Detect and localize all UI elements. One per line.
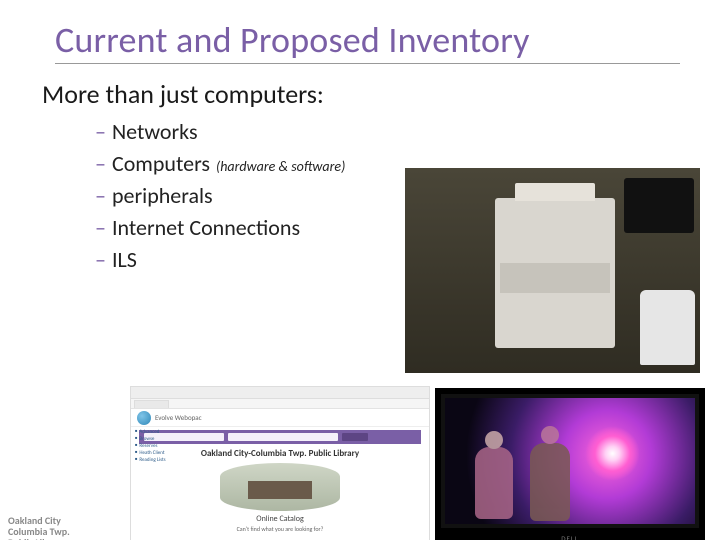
bullet-dash-icon: –	[95, 182, 106, 209]
opac-screenshot: Evolve Webopac Advanced Browse Reserves …	[130, 386, 430, 540]
opac-sidebar: Advanced Browse Reserves Heath Client Re…	[135, 429, 180, 464]
bullet-text: Internet Connections	[112, 214, 300, 241]
bullet-dash-icon: –	[95, 150, 106, 177]
opac-search-bar	[139, 430, 421, 444]
title-block: Current and Proposed Inventory	[55, 18, 680, 64]
copier-tray	[500, 263, 610, 293]
tv-screen	[445, 398, 695, 524]
opac-header: Evolve Webopac	[131, 409, 429, 427]
opac-sidebar-item: Heath Client	[135, 450, 180, 457]
opac-search-button	[342, 433, 368, 441]
bullet-dash-icon: –	[95, 118, 106, 145]
browser-chrome	[131, 387, 429, 399]
title-underline	[55, 63, 680, 64]
tv-frame	[441, 394, 699, 528]
bullet-text: Computers	[112, 150, 210, 177]
list-item: – Networks	[95, 118, 720, 145]
bullet-text: peripherals	[112, 182, 213, 209]
bullet-note: (hardware & software)	[216, 158, 345, 175]
printer-small-device	[624, 178, 694, 233]
bullet-dash-icon: –	[95, 214, 106, 241]
printer-photo	[405, 168, 700, 373]
opac-sidebar-item: Browse	[135, 436, 180, 443]
person-figure	[530, 443, 570, 521]
browser-tabs	[131, 399, 429, 409]
library-building-icon	[220, 463, 340, 511]
opac-catalog-label: Online Catalog	[131, 514, 429, 524]
waste-bin-icon	[640, 290, 695, 365]
bullet-dash-icon: –	[95, 246, 106, 273]
opac-logo-text: Evolve Webopac	[155, 413, 202, 422]
tv-monitor-photo: DELL	[435, 388, 705, 540]
evolve-logo-icon	[137, 411, 151, 425]
opac-criteria-field	[228, 433, 338, 441]
footer-org-label: Oakland City Columbia Twp. Public Librar…	[8, 515, 83, 540]
tv-glow-icon	[585, 426, 640, 481]
person-figure	[475, 447, 513, 519]
slide: Current and Proposed Inventory More than…	[0, 18, 720, 540]
slide-title: Current and Proposed Inventory	[55, 18, 680, 62]
opac-sidebar-item: Reserves	[135, 443, 180, 450]
opac-sidebar-item: Advanced	[135, 429, 180, 436]
opac-prompt: Can't find what you are looking for?	[131, 525, 429, 533]
bullet-text: ILS	[112, 246, 137, 273]
browser-tab	[134, 400, 169, 408]
bullet-text: Networks	[112, 118, 198, 145]
opac-sidebar-item: Reading Lists	[135, 457, 180, 464]
subtitle: More than just computers:	[42, 78, 720, 110]
tv-brand-label: DELL	[561, 534, 579, 540]
